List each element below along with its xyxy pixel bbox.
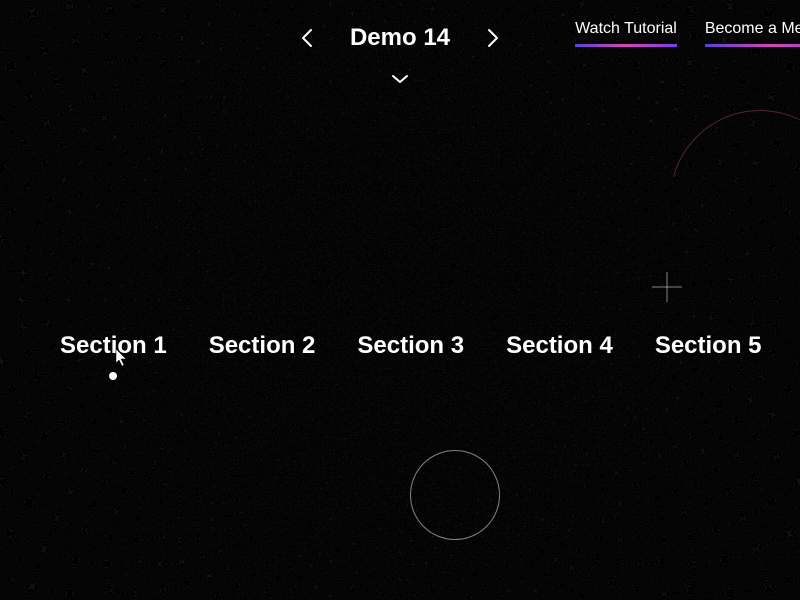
section-2[interactable]: Section 2 xyxy=(209,332,316,360)
decorative-plus xyxy=(650,270,684,309)
section-4[interactable]: Section 4 xyxy=(506,332,613,360)
page-title: Demo 14 xyxy=(350,24,450,52)
decorative-arc xyxy=(637,77,800,323)
chevron-down-icon xyxy=(390,73,410,85)
become-member-link[interactable]: Become a Member xyxy=(705,20,800,47)
section-1[interactable]: Section 1 xyxy=(60,332,167,360)
section-5[interactable]: Section 5 xyxy=(655,332,762,360)
dropdown-arrow[interactable] xyxy=(390,72,410,90)
plus-icon xyxy=(650,270,684,304)
top-links: Watch Tutorial Become a Member xyxy=(575,20,800,47)
prev-arrow[interactable] xyxy=(300,27,314,49)
section-3[interactable]: Section 3 xyxy=(357,332,464,360)
next-arrow[interactable] xyxy=(486,27,500,49)
watch-tutorial-link[interactable]: Watch Tutorial xyxy=(575,20,677,47)
noise-texture xyxy=(0,0,800,600)
chevron-left-icon xyxy=(300,27,314,49)
sections-nav: Section 1 Section 2 Section 3 Section 4 … xyxy=(60,332,800,360)
decorative-circle xyxy=(410,450,500,540)
chevron-right-icon xyxy=(486,27,500,49)
